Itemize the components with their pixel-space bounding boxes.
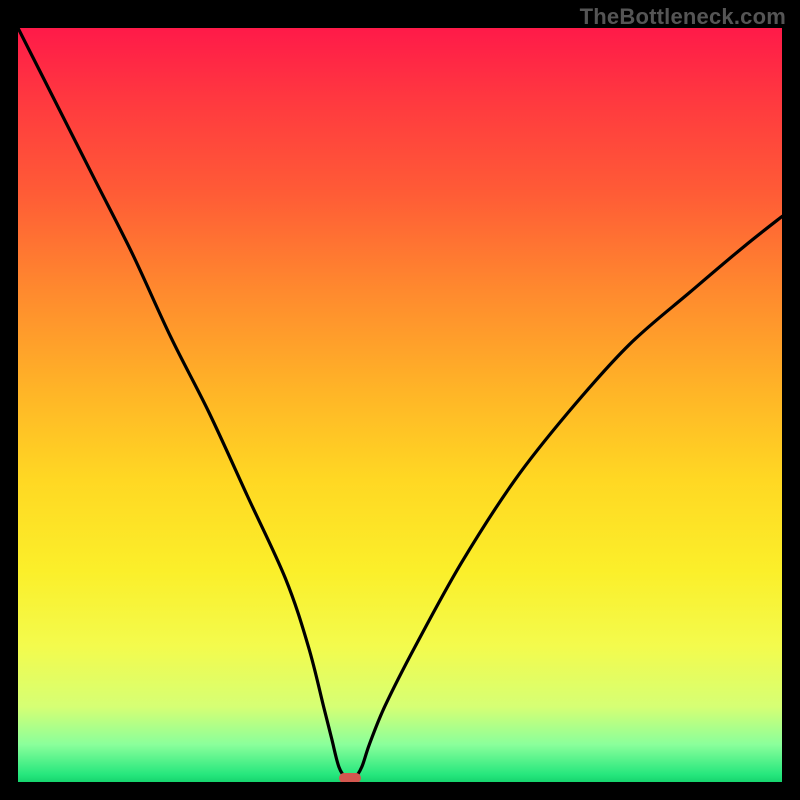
- plot-area: [18, 28, 782, 782]
- bottleneck-curve: [18, 28, 782, 782]
- chart-frame: TheBottleneck.com: [0, 0, 800, 800]
- curve-path: [18, 28, 782, 780]
- minimum-marker: [339, 773, 361, 782]
- watermark-text: TheBottleneck.com: [580, 4, 786, 30]
